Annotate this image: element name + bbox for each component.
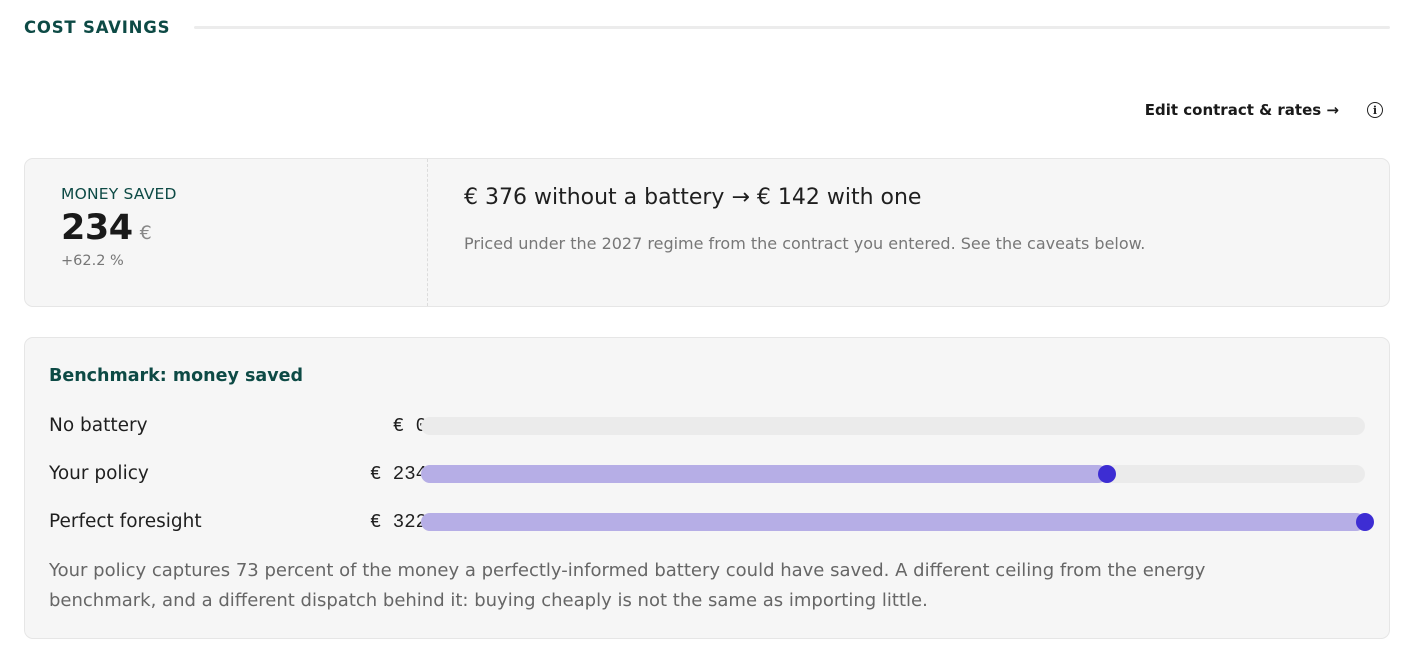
benchmark-row-perfect-foresight: Perfect foresight € 322 [49, 510, 1374, 534]
benchmark-row-no-battery: No battery € 0 [49, 414, 1369, 438]
row-label: Your policy [49, 463, 149, 484]
benchmark-row-your-policy: Your policy € 234 [49, 462, 1369, 486]
section-title: COST SAVINGS [24, 17, 171, 37]
metric-row: 234 € [61, 208, 427, 248]
metric-delta: +62.2 % [61, 253, 124, 269]
bar-track [421, 465, 1365, 483]
info-icon[interactable]: i [1367, 102, 1383, 118]
comparison-panel: € 376 without a battery → € 142 with one… [428, 159, 1389, 306]
metric-value: 234 [61, 208, 133, 248]
bar-fill [421, 513, 1365, 531]
toolbar: Edit contract & rates → i [1145, 98, 1383, 122]
cost-comparison: € 376 without a battery → € 142 with one [464, 185, 922, 210]
row-label: No battery [49, 415, 148, 436]
bar-fill [421, 465, 1107, 483]
benchmark-title: Benchmark: money saved [49, 366, 304, 386]
row-value: € 234 [369, 463, 427, 485]
bar-marker [1098, 465, 1116, 483]
metric-unit: € [139, 222, 152, 244]
section-divider [194, 25, 1390, 29]
metric-label: MONEY SAVED [61, 185, 177, 203]
benchmark-note: Your policy captures 73 percent of the m… [49, 560, 1206, 611]
section-header: COST SAVINGS [24, 14, 1390, 40]
edit-contract-rates-link[interactable]: Edit contract & rates → [1145, 101, 1339, 119]
row-value: € 322 [369, 511, 427, 533]
money-saved-summary-card: MONEY SAVED 234 € +62.2 % € 376 without … [24, 158, 1390, 307]
pricing-caveat: Priced under the 2027 regime from the co… [464, 234, 1146, 253]
bar-track [421, 417, 1365, 435]
metric-panel: MONEY SAVED 234 € +62.2 % [25, 159, 428, 306]
bar-track [421, 513, 1374, 531]
row-label: Perfect foresight [49, 511, 202, 532]
benchmark-card: Benchmark: money saved No battery € 0 Yo… [24, 337, 1390, 639]
bar-marker [1356, 513, 1374, 531]
